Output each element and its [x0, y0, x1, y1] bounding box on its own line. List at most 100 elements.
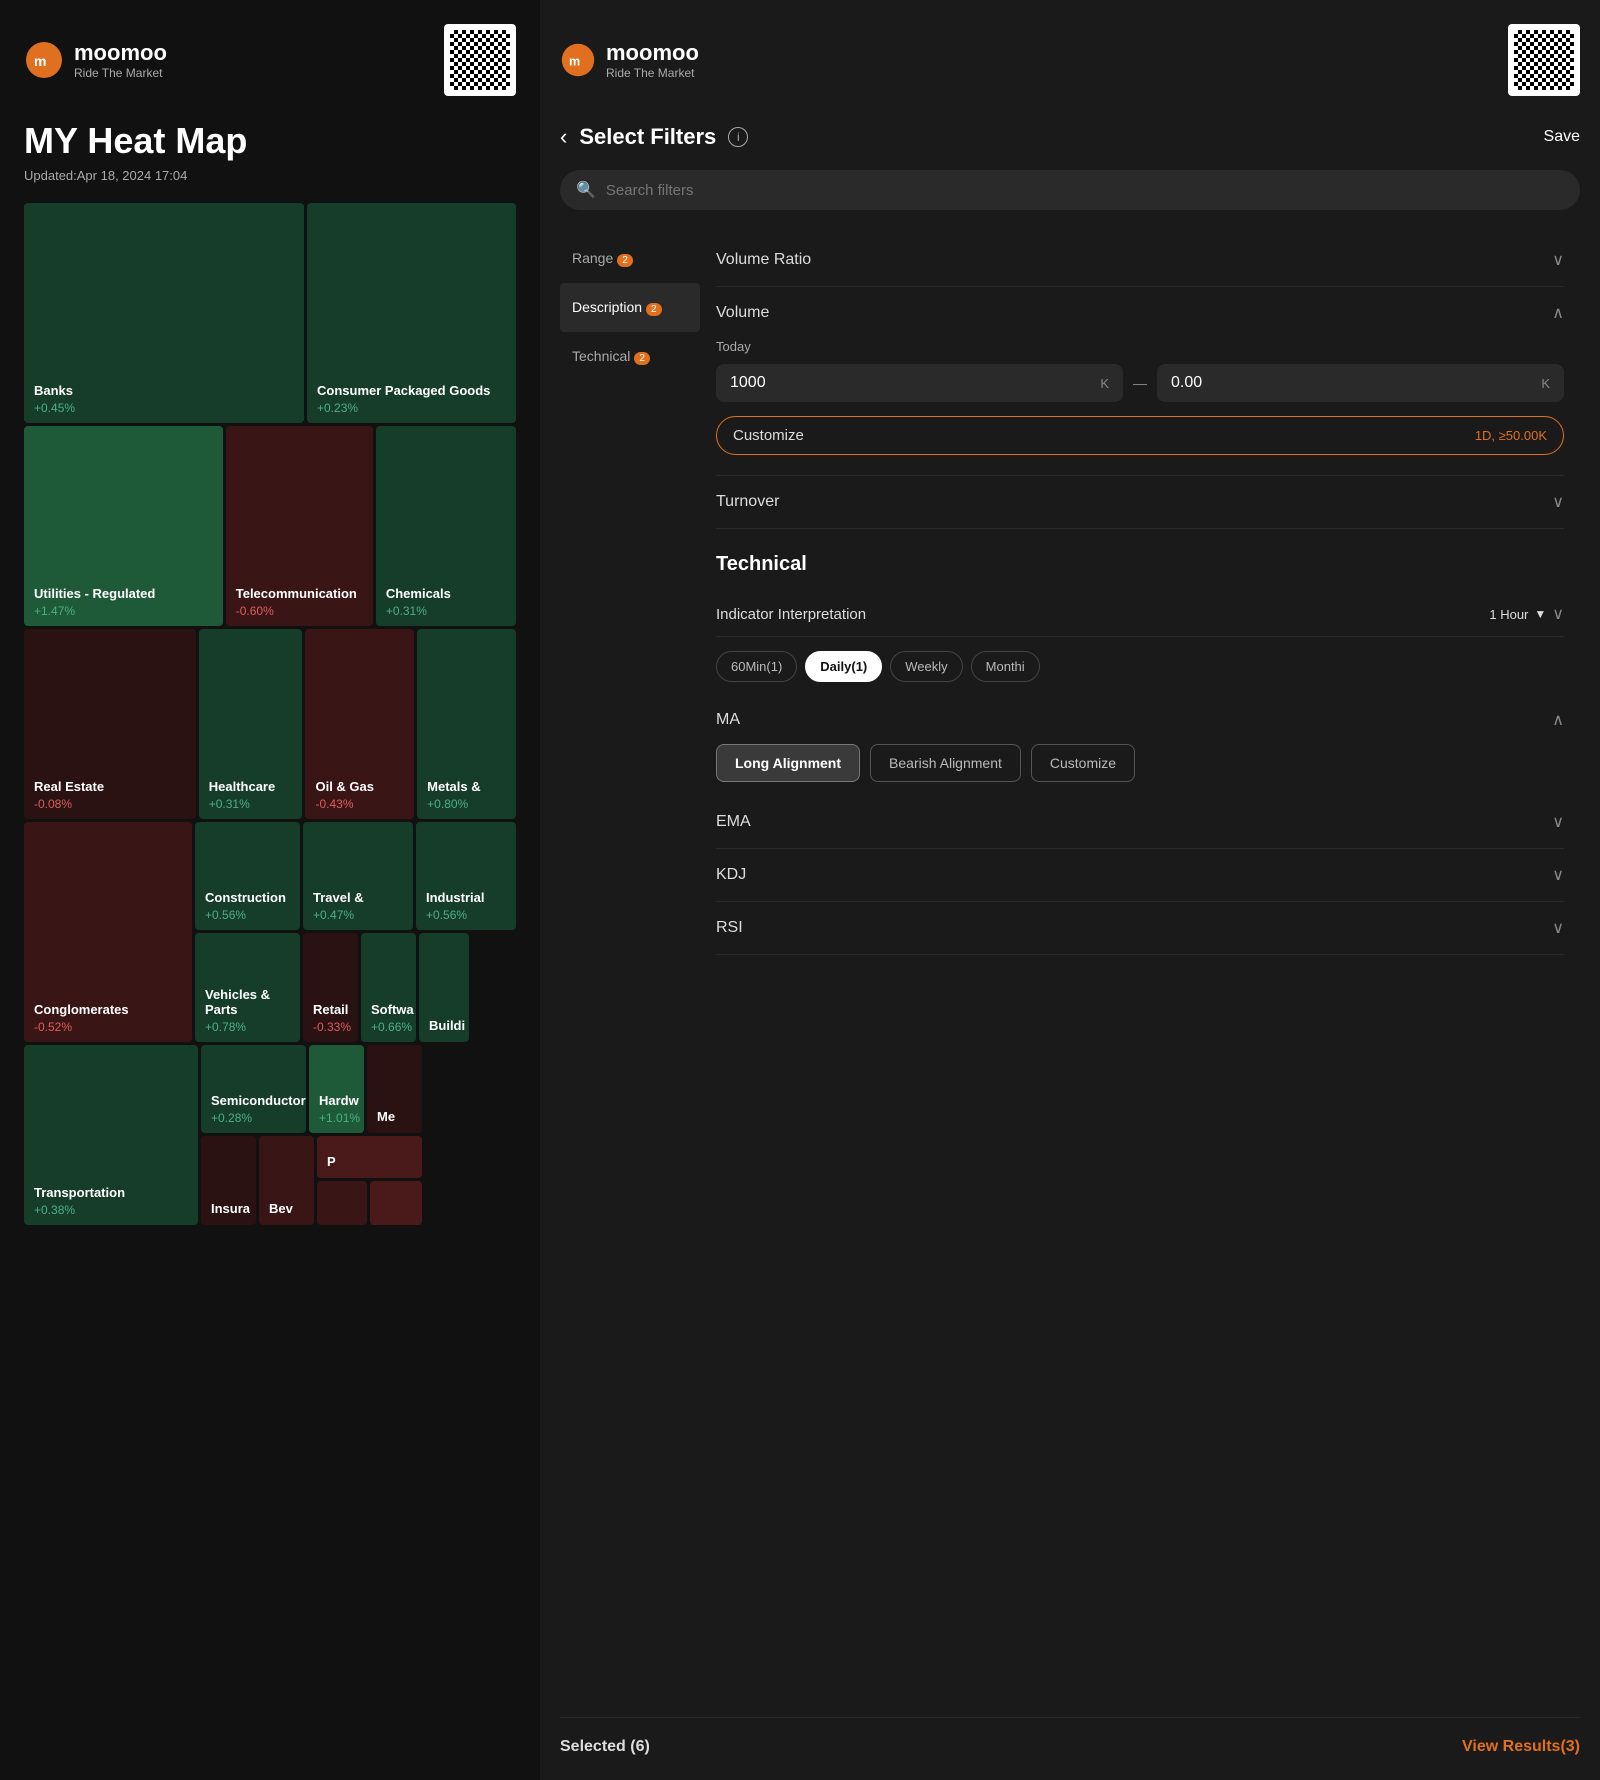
- heatmap-row-5: Transportation +0.38% Semiconductors +0.…: [24, 1045, 516, 1225]
- right-panel: m moomoo Ride The Market ‹ Select Filter…: [540, 0, 1600, 1780]
- ma-chevron: ∧: [1552, 710, 1564, 730]
- rsi-label: RSI: [716, 919, 743, 937]
- ma-customize[interactable]: Customize: [1031, 744, 1135, 782]
- hm-cell-travel[interactable]: Travel & +0.47%: [303, 822, 413, 930]
- left-logo-area: m moomoo Ride The Market: [24, 24, 516, 96]
- indicator-row[interactable]: Indicator Interpretation 1 Hour ▼ ∨: [716, 592, 1564, 637]
- filter-cat-range[interactable]: Range2: [560, 234, 700, 283]
- filter-content: Volume Ratio ∨ Volume ∧ Today 1000 K — 0…: [700, 234, 1580, 1717]
- right-logo-text: moomoo Ride The Market: [606, 40, 699, 80]
- hm-cell-small2[interactable]: [370, 1181, 422, 1225]
- hm-cell-consumer[interactable]: Consumer Packaged Goods +0.23%: [307, 203, 516, 423]
- volume-ratio-row[interactable]: Volume Ratio ∨: [716, 234, 1564, 287]
- hm-cell-me[interactable]: Me: [367, 1045, 422, 1133]
- turnover-row[interactable]: Turnover ∨: [716, 476, 1564, 529]
- hm-cell-construction[interactable]: Construction +0.56%: [195, 822, 300, 930]
- range-from[interactable]: 1000 K: [716, 364, 1123, 402]
- search-bar: 🔍: [560, 170, 1580, 210]
- hm-cell-healthcare[interactable]: Healthcare +0.31%: [199, 629, 303, 819]
- tab-weekly[interactable]: Weekly: [890, 651, 962, 682]
- info-icon[interactable]: i: [728, 127, 748, 147]
- hm-cell-metals[interactable]: Metals & +0.80%: [417, 629, 516, 819]
- hm-cell-semiconductors[interactable]: Semiconductors +0.28%: [201, 1045, 306, 1133]
- indicator-right: 1 Hour ▼ ∨: [1489, 604, 1564, 624]
- hm-cell-telecom[interactable]: Telecommunication -0.60%: [226, 426, 373, 626]
- customize-label: Customize: [733, 427, 804, 444]
- right-moomoo-logo-icon: m: [560, 42, 596, 78]
- hm-cell-building[interactable]: Buildi: [419, 933, 469, 1042]
- left-logo-tagline: Ride The Market: [74, 66, 167, 80]
- range-to[interactable]: 0.00 K: [1157, 364, 1564, 402]
- hm-cell-bev[interactable]: Bev: [259, 1136, 314, 1225]
- range-from-value: 1000: [730, 374, 766, 392]
- tab-60min[interactable]: 60Min(1): [716, 651, 797, 682]
- range-from-unit: K: [1100, 376, 1109, 391]
- hm-cell-p[interactable]: P: [317, 1136, 422, 1178]
- moomoo-logo-icon: m: [24, 40, 64, 80]
- page-title: MY Heat Map: [24, 120, 516, 162]
- hm-cell-transport[interactable]: Transportation +0.38%: [24, 1045, 198, 1225]
- customize-value: 1D, ≥50.00K: [1475, 428, 1547, 443]
- turnover-chevron: ∨: [1552, 492, 1564, 512]
- svg-text:m: m: [34, 53, 46, 69]
- hm-cell-insurance[interactable]: Insura: [201, 1136, 256, 1225]
- time-tabs: 60Min(1) Daily(1) Weekly Monthi: [716, 637, 1564, 696]
- range-to-value: 0.00: [1171, 374, 1202, 392]
- heatmap-row-3: Conglomerates -0.52% Construction +0.56%…: [24, 822, 516, 1042]
- left-qr-code: [444, 24, 516, 96]
- view-results-button[interactable]: View Results(3): [1462, 1738, 1580, 1756]
- hm-cell-chemicals[interactable]: Chemicals +0.31%: [376, 426, 516, 626]
- filter-cat-description[interactable]: Description2: [560, 283, 700, 332]
- indicator-chevron: ∨: [1552, 604, 1564, 624]
- hm-cell-oilgas[interactable]: Oil & Gas -0.43%: [305, 629, 414, 819]
- left-qr-inner: [450, 30, 510, 90]
- tab-daily[interactable]: Daily(1): [805, 651, 882, 682]
- hm-cell-conglomerates[interactable]: Conglomerates -0.52%: [24, 822, 192, 1042]
- ma-header[interactable]: MA ∧: [716, 710, 1564, 730]
- range-to-unit: K: [1541, 376, 1550, 391]
- tab-monthly[interactable]: Monthi: [971, 651, 1040, 682]
- filter-categories: Range2 Description2 Technical2: [560, 234, 700, 1717]
- back-button[interactable]: ‹: [560, 124, 567, 150]
- ma-bearish-alignment[interactable]: Bearish Alignment: [870, 744, 1021, 782]
- hm-cell-retail[interactable]: Retail -0.33%: [303, 933, 358, 1042]
- hm-cell-banks[interactable]: Banks +0.45%: [24, 203, 304, 423]
- rsi-row[interactable]: RSI ∨: [716, 902, 1564, 955]
- filter-cat-technical[interactable]: Technical2: [560, 332, 700, 381]
- ma-options: Long Alignment Bearish Alignment Customi…: [716, 744, 1564, 782]
- filter-header: ‹ Select Filters i Save: [560, 124, 1580, 150]
- filter-title: Select Filters: [579, 124, 716, 150]
- kdj-row[interactable]: KDJ ∨: [716, 849, 1564, 902]
- right-logo-tagline: Ride The Market: [606, 66, 699, 80]
- right-logo-left: m moomoo Ride The Market: [560, 40, 699, 80]
- turnover-label: Turnover: [716, 493, 779, 511]
- today-label: Today: [716, 339, 1564, 354]
- filter-layout: Range2 Description2 Technical2 Volume Ra…: [560, 234, 1580, 1717]
- hm-cell-industrial[interactable]: Industrial +0.56%: [416, 822, 516, 930]
- page-updated: Updated:Apr 18, 2024 17:04: [24, 168, 516, 183]
- search-input[interactable]: [606, 182, 1564, 199]
- hm-cell-software[interactable]: Softwa +0.66%: [361, 933, 416, 1042]
- left-logo-text: moomoo Ride The Market: [74, 40, 167, 80]
- volume-label: Volume: [716, 304, 769, 322]
- ma-section: MA ∧ Long Alignment Bearish Alignment Cu…: [716, 696, 1564, 796]
- range-dash: —: [1133, 375, 1147, 391]
- hm-cell-small1[interactable]: [317, 1181, 367, 1225]
- svg-text:m: m: [569, 54, 580, 68]
- technical-heading: Technical: [716, 553, 1564, 576]
- range-inputs: 1000 K — 0.00 K: [716, 364, 1564, 402]
- right-logo-name: moomoo: [606, 40, 699, 66]
- kdj-chevron: ∨: [1552, 865, 1564, 885]
- hm-cell-utilities[interactable]: Utilities - Regulated +1.47%: [24, 426, 223, 626]
- heatmap-row-1: Utilities - Regulated +1.47% Telecommuni…: [24, 426, 516, 626]
- volume-header-row[interactable]: Volume ∧: [716, 287, 1564, 327]
- bottom-bar: Selected (6) View Results(3): [560, 1717, 1580, 1756]
- hm-cell-realestate[interactable]: Real Estate -0.08%: [24, 629, 196, 819]
- hm-cell-hardware[interactable]: Hardw +1.01%: [309, 1045, 364, 1133]
- save-button[interactable]: Save: [1544, 128, 1580, 146]
- hm-cell-vehicles[interactable]: Vehicles & Parts +0.78%: [195, 933, 300, 1042]
- hour-tag: 1 Hour: [1489, 607, 1528, 622]
- ma-long-alignment[interactable]: Long Alignment: [716, 744, 860, 782]
- customize-button[interactable]: Customize 1D, ≥50.00K: [716, 416, 1564, 455]
- ema-row[interactable]: EMA ∨: [716, 796, 1564, 849]
